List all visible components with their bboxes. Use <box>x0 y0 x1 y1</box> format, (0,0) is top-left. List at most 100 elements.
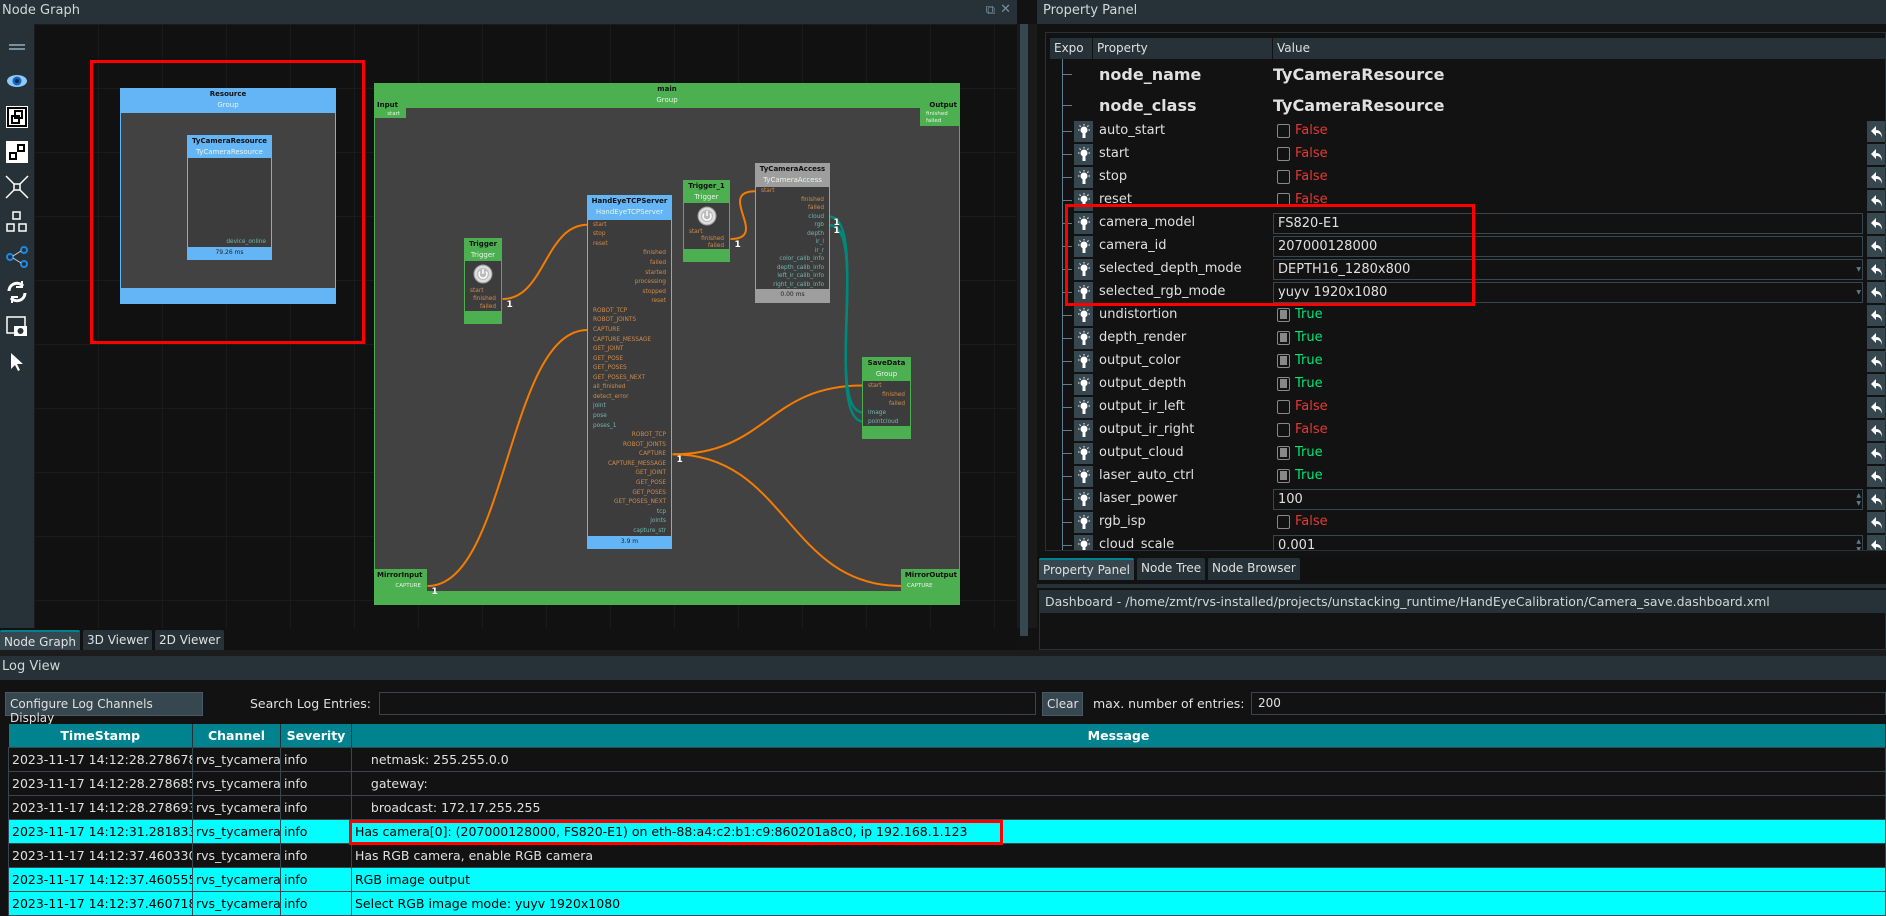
revert-icon[interactable] <box>1867 443 1885 464</box>
port-pointcloud[interactable]: pointcloud <box>863 417 910 426</box>
expose-bulb-icon[interactable] <box>1074 351 1093 372</box>
revert-icon[interactable] <box>1867 397 1885 418</box>
property-value-toggle[interactable]: False <box>1273 192 1328 207</box>
port-capture-message[interactable]: CAPTURE_MESSAGE <box>588 459 671 469</box>
log-row[interactable]: 2023-11-17 14:12:28.278685 rvs_tycamera in… <box>8 770 1886 796</box>
checkbox[interactable] <box>1277 468 1290 483</box>
port-color-calib-info[interactable]: color_calib_info <box>756 255 829 264</box>
revert-icon[interactable] <box>1867 420 1885 441</box>
port-start[interactable]: start <box>684 229 729 236</box>
property-value-toggle[interactable]: False <box>1273 422 1328 437</box>
eye-icon[interactable] <box>4 68 30 94</box>
spinner-arrows-icon[interactable]: ▲ ▼ <box>1856 492 1861 508</box>
port-get-pose[interactable]: GET_POSE <box>588 478 671 488</box>
port-finished[interactable]: finished <box>756 196 829 205</box>
property-panel-tab-node-browser[interactable]: Node Browser <box>1208 558 1300 580</box>
port-robot-joints[interactable]: ROBOT_JOINTS <box>588 316 671 326</box>
port-start[interactable]: start <box>375 110 405 117</box>
layout-tree-icon[interactable] <box>4 209 30 235</box>
node-tycameraresource[interactable]: TyCameraResource TyCameraResource device_o… <box>187 135 272 260</box>
expose-bulb-icon[interactable] <box>1074 489 1093 510</box>
log-row[interactable]: 2023-11-17 14:12:28.278693 rvs_tycamera in… <box>8 794 1886 820</box>
revert-icon[interactable] <box>1867 328 1885 349</box>
port-stopped[interactable]: stopped <box>588 287 671 297</box>
port-image[interactable]: image <box>863 408 910 417</box>
clear-button[interactable]: Clear <box>1042 692 1083 716</box>
property-value-dropdown[interactable]: DEPTH16_1280x800 ▼ <box>1273 259 1863 280</box>
port-pose[interactable]: pose <box>588 411 671 421</box>
port-reset[interactable]: reset <box>588 297 671 307</box>
log-row[interactable]: 2023-11-17 14:12:37.460330 rvs_tycamera in… <box>8 842 1886 868</box>
port-joint[interactable]: joint <box>588 402 671 412</box>
expose-bulb-icon[interactable] <box>1074 213 1093 234</box>
expose-bulb-icon[interactable] <box>1074 259 1093 280</box>
port-failed[interactable]: failed <box>863 399 910 408</box>
checkbox[interactable] <box>1277 376 1290 391</box>
node-mirrorinput[interactable]: MirrorInput CAPTURE <box>374 569 427 593</box>
log-row[interactable]: 2023-11-17 14:12:28.278678 rvs_tycamera in… <box>8 746 1886 772</box>
node-output[interactable]: Output finished failed <box>920 100 960 126</box>
power-icon[interactable] <box>465 261 501 287</box>
node-graph-tab-node-graph[interactable]: Node Graph <box>0 630 80 652</box>
port-start[interactable]: start <box>465 287 501 295</box>
port-ir-l[interactable]: ir_l <box>756 238 829 247</box>
port-depth[interactable]: depth <box>756 230 829 239</box>
expose-bulb-icon[interactable] <box>1074 282 1093 303</box>
power-icon[interactable] <box>684 203 729 229</box>
splitter[interactable] <box>1017 24 1037 636</box>
expose-bulb-icon[interactable] <box>1074 443 1093 464</box>
node-tycameraaccess[interactable]: TyCameraAccess TyCameraAccess start finishe… <box>755 163 830 303</box>
expose-bulb-icon[interactable] <box>1074 420 1093 441</box>
port-cloud[interactable]: cloud <box>756 213 829 222</box>
column-header-value[interactable]: Value <box>1273 38 1885 59</box>
revert-icon[interactable] <box>1867 489 1885 510</box>
port-device-online[interactable]: device_online <box>188 237 271 247</box>
port-finished[interactable]: finished <box>921 110 959 118</box>
expose-bulb-icon[interactable] <box>1074 328 1093 349</box>
checkbox[interactable] <box>1277 123 1290 138</box>
port-failed[interactable]: failed <box>588 258 671 268</box>
port-failed[interactable]: failed <box>465 303 501 311</box>
property-value-spinbox[interactable]: 0.001 ▲ ▼ <box>1273 535 1863 550</box>
port-failed[interactable]: failed <box>921 118 959 126</box>
revert-icon[interactable] <box>1867 374 1885 395</box>
checkbox[interactable] <box>1277 353 1290 368</box>
port-capture-str[interactable]: capture_str <box>588 526 671 536</box>
expose-bulb-icon[interactable] <box>1074 512 1093 533</box>
search-log-input[interactable] <box>379 692 1036 715</box>
revert-icon[interactable] <box>1867 259 1885 280</box>
port-failed[interactable]: failed <box>756 204 829 213</box>
port-left-ir-calib-info[interactable]: left_ir_calib_info <box>756 272 829 281</box>
log-row[interactable]: 2023-11-17 14:12:37.460555 rvs_tycamera in… <box>8 866 1886 892</box>
checkbox[interactable] <box>1277 330 1290 345</box>
expose-bulb-icon[interactable] <box>1074 190 1093 211</box>
expose-bulb-icon[interactable] <box>1074 121 1093 142</box>
property-value-toggle[interactable]: False <box>1273 123 1328 138</box>
property-panel-tab-property-panel[interactable]: Property Panel <box>1039 558 1134 580</box>
port-detect-error[interactable]: detect_error <box>588 392 671 402</box>
node-input[interactable]: Input start <box>374 100 406 118</box>
port-get-joint[interactable]: GET_JOINT <box>588 469 671 479</box>
cursor-icon[interactable] <box>4 349 30 375</box>
screenshot-icon[interactable] <box>4 314 30 340</box>
port-rgb[interactable]: rgb <box>756 221 829 230</box>
column-header-message[interactable]: Message <box>351 724 1886 747</box>
property-value-input[interactable]: 207000128000 <box>1273 236 1863 257</box>
dropdown-arrow-icon[interactable]: ▼ <box>1856 266 1861 274</box>
column-header-expo[interactable]: Expo <box>1050 38 1093 59</box>
collapse-icon[interactable] <box>4 174 30 200</box>
port-robot-tcp[interactable]: ROBOT_TCP <box>588 430 671 440</box>
property-value-spinbox[interactable]: 100 ▲ ▼ <box>1273 489 1863 510</box>
node-graph-tab-2d-viewer[interactable]: 2D Viewer <box>155 630 225 652</box>
column-header-channel[interactable]: Channel <box>192 724 281 747</box>
node-mirroroutput[interactable]: MirrorOutput CAPTURE <box>901 569 960 593</box>
port-capture[interactable]: CAPTURE <box>588 325 671 335</box>
port-reset[interactable]: reset <box>588 239 671 249</box>
expose-bulb-icon[interactable] <box>1074 236 1093 257</box>
port-right-ir-calib-info[interactable]: right_ir_calib_info <box>756 281 829 290</box>
property-value-toggle[interactable]: False <box>1273 514 1328 529</box>
expose-bulb-icon[interactable] <box>1074 305 1093 326</box>
property-value-toggle[interactable]: False <box>1273 169 1328 184</box>
port-get-poses-next[interactable]: GET_POSES_NEXT <box>588 497 671 507</box>
port-stop[interactable]: stop <box>588 230 671 240</box>
